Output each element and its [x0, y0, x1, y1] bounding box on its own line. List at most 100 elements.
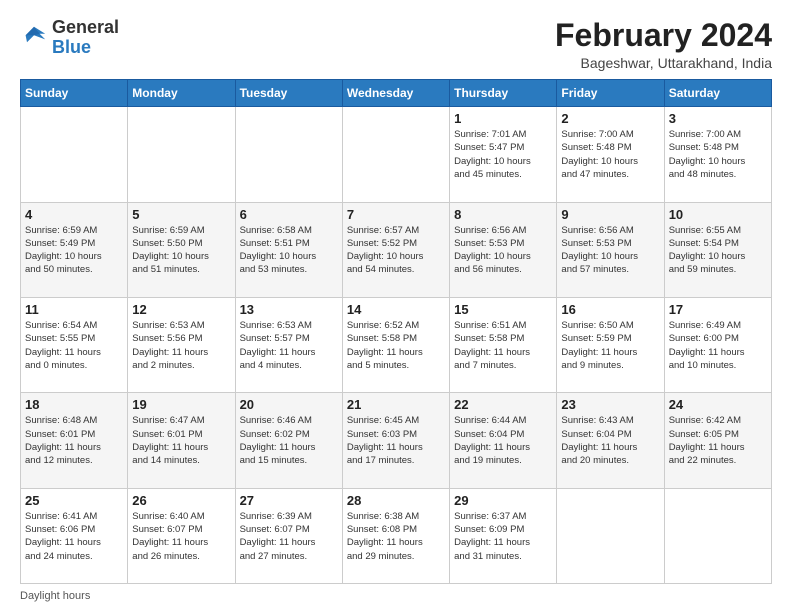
day-info: Sunrise: 6:48 AM Sunset: 6:01 PM Dayligh…	[25, 414, 123, 467]
day-info: Sunrise: 7:00 AM Sunset: 5:48 PM Dayligh…	[561, 128, 659, 181]
calendar-cell: 2 Sunrise: 7:00 AM Sunset: 5:48 PM Daylig…	[557, 107, 664, 202]
calendar-cell: 22 Sunrise: 6:44 AM Sunset: 6:04 PM Dayli…	[450, 393, 557, 488]
day-number: 2	[561, 111, 659, 126]
logo-bird-icon	[20, 24, 48, 52]
day-info: Sunrise: 6:47 AM Sunset: 6:01 PM Dayligh…	[132, 414, 230, 467]
calendar-day-header: Thursday	[450, 80, 557, 107]
day-info: Sunrise: 6:41 AM Sunset: 6:06 PM Dayligh…	[25, 510, 123, 563]
day-info: Sunrise: 6:59 AM Sunset: 5:50 PM Dayligh…	[132, 224, 230, 277]
day-number: 12	[132, 302, 230, 317]
calendar-week-row: 1 Sunrise: 7:01 AM Sunset: 5:47 PM Daylig…	[21, 107, 772, 202]
day-number: 13	[240, 302, 338, 317]
day-number: 18	[25, 397, 123, 412]
day-info: Sunrise: 7:01 AM Sunset: 5:47 PM Dayligh…	[454, 128, 552, 181]
calendar-cell: 8 Sunrise: 6:56 AM Sunset: 5:53 PM Daylig…	[450, 202, 557, 297]
day-number: 6	[240, 207, 338, 222]
calendar-cell: 20Sunrise: 6:46 AM Sunset: 6:02 PM Dayli…	[235, 393, 342, 488]
calendar-cell: 10Sunrise: 6:55 AM Sunset: 5:54 PM Dayli…	[664, 202, 771, 297]
day-number: 8	[454, 207, 552, 222]
calendar-cell: 4 Sunrise: 6:59 AM Sunset: 5:49 PM Daylig…	[21, 202, 128, 297]
calendar-cell: 15Sunrise: 6:51 AM Sunset: 5:58 PM Dayli…	[450, 297, 557, 392]
day-info: Sunrise: 7:00 AM Sunset: 5:48 PM Dayligh…	[669, 128, 767, 181]
calendar-header-row: SundayMondayTuesdayWednesdayThursdayFrid…	[21, 80, 772, 107]
day-number: 24	[669, 397, 767, 412]
calendar-cell: 12 Sunrise: 6:53 AM Sunset: 5:56 PM Dayli…	[128, 297, 235, 392]
calendar-cell: 25 Sunrise: 6:41 AM Sunset: 6:06 PM Dayli…	[21, 488, 128, 583]
day-info: Sunrise: 6:37 AM Sunset: 6:09 PM Dayligh…	[454, 510, 552, 563]
calendar-cell: 23Sunrise: 6:43 AM Sunset: 6:04 PM Dayli…	[557, 393, 664, 488]
calendar-cell: 29 Sunrise: 6:37 AM Sunset: 6:09 PM Dayli…	[450, 488, 557, 583]
logo-blue-text: Blue	[52, 37, 91, 57]
calendar-cell: 24 Sunrise: 6:42 AM Sunset: 6:05 PM Dayli…	[664, 393, 771, 488]
calendar-cell: 16 Sunrise: 6:50 AM Sunset: 5:59 PM Dayli…	[557, 297, 664, 392]
day-info: Sunrise: 6:53 AM Sunset: 5:57 PM Dayligh…	[240, 319, 338, 372]
day-info: Sunrise: 6:45 AM Sunset: 6:03 PM Dayligh…	[347, 414, 445, 467]
calendar-cell: 17 Sunrise: 6:49 AM Sunset: 6:00 PM Dayli…	[664, 297, 771, 392]
calendar-day-header: Wednesday	[342, 80, 449, 107]
calendar-cell: 7 Sunrise: 6:57 AM Sunset: 5:52 PM Daylig…	[342, 202, 449, 297]
day-info: Sunrise: 6:39 AM Sunset: 6:07 PM Dayligh…	[240, 510, 338, 563]
footer: Daylight hours	[20, 590, 772, 602]
calendar-cell: 5 Sunrise: 6:59 AM Sunset: 5:50 PM Daylig…	[128, 202, 235, 297]
day-info: Sunrise: 6:44 AM Sunset: 6:04 PM Dayligh…	[454, 414, 552, 467]
calendar-cell	[128, 107, 235, 202]
calendar-day-header: Monday	[128, 80, 235, 107]
day-info: Sunrise: 6:49 AM Sunset: 6:00 PM Dayligh…	[669, 319, 767, 372]
day-info: Sunrise: 6:50 AM Sunset: 5:59 PM Dayligh…	[561, 319, 659, 372]
logo: General Blue	[20, 18, 119, 58]
title-section: February 2024 Bageshwar, Uttarakhand, In…	[555, 18, 772, 71]
calendar-cell: 19Sunrise: 6:47 AM Sunset: 6:01 PM Dayli…	[128, 393, 235, 488]
day-info: Sunrise: 6:59 AM Sunset: 5:49 PM Dayligh…	[25, 224, 123, 277]
day-number: 3	[669, 111, 767, 126]
page: General Blue February 2024 Bageshwar, Ut…	[0, 0, 792, 612]
day-number: 26	[132, 493, 230, 508]
calendar-cell: 18 Sunrise: 6:48 AM Sunset: 6:01 PM Dayli…	[21, 393, 128, 488]
month-title: February 2024	[555, 18, 772, 53]
day-info: Sunrise: 6:53 AM Sunset: 5:56 PM Dayligh…	[132, 319, 230, 372]
day-info: Sunrise: 6:54 AM Sunset: 5:55 PM Dayligh…	[25, 319, 123, 372]
calendar-cell	[664, 488, 771, 583]
day-number: 20	[240, 397, 338, 412]
day-number: 29	[454, 493, 552, 508]
day-info: Sunrise: 6:56 AM Sunset: 5:53 PM Dayligh…	[454, 224, 552, 277]
day-number: 11	[25, 302, 123, 317]
header: General Blue February 2024 Bageshwar, Ut…	[20, 18, 772, 71]
calendar-cell: 26 Sunrise: 6:40 AM Sunset: 6:07 PM Dayli…	[128, 488, 235, 583]
day-number: 16	[561, 302, 659, 317]
calendar-week-row: 11 Sunrise: 6:54 AM Sunset: 5:55 PM Dayli…	[21, 297, 772, 392]
calendar-cell: 6 Sunrise: 6:58 AM Sunset: 5:51 PM Daylig…	[235, 202, 342, 297]
logo-text: General Blue	[52, 18, 119, 58]
calendar-cell: 9Sunrise: 6:56 AM Sunset: 5:53 PM Daylig…	[557, 202, 664, 297]
day-info: Sunrise: 6:58 AM Sunset: 5:51 PM Dayligh…	[240, 224, 338, 277]
day-info: Sunrise: 6:56 AM Sunset: 5:53 PM Dayligh…	[561, 224, 659, 277]
calendar-cell: 27Sunrise: 6:39 AM Sunset: 6:07 PM Dayli…	[235, 488, 342, 583]
calendar-cell	[21, 107, 128, 202]
day-info: Sunrise: 6:52 AM Sunset: 5:58 PM Dayligh…	[347, 319, 445, 372]
day-number: 7	[347, 207, 445, 222]
calendar-cell: 3 Sunrise: 7:00 AM Sunset: 5:48 PM Daylig…	[664, 107, 771, 202]
calendar-day-header: Friday	[557, 80, 664, 107]
calendar-week-row: 4 Sunrise: 6:59 AM Sunset: 5:49 PM Daylig…	[21, 202, 772, 297]
day-number: 14	[347, 302, 445, 317]
daylight-label: Daylight hours	[20, 590, 90, 602]
day-info: Sunrise: 6:40 AM Sunset: 6:07 PM Dayligh…	[132, 510, 230, 563]
location: Bageshwar, Uttarakhand, India	[555, 55, 772, 71]
day-info: Sunrise: 6:38 AM Sunset: 6:08 PM Dayligh…	[347, 510, 445, 563]
day-number: 10	[669, 207, 767, 222]
day-info: Sunrise: 6:42 AM Sunset: 6:05 PM Dayligh…	[669, 414, 767, 467]
calendar-day-header: Sunday	[21, 80, 128, 107]
calendar-cell	[342, 107, 449, 202]
calendar-table: SundayMondayTuesdayWednesdayThursdayFrid…	[20, 79, 772, 584]
day-number: 4	[25, 207, 123, 222]
day-info: Sunrise: 6:57 AM Sunset: 5:52 PM Dayligh…	[347, 224, 445, 277]
logo-general-text: General	[52, 17, 119, 37]
day-number: 25	[25, 493, 123, 508]
day-number: 22	[454, 397, 552, 412]
calendar-day-header: Tuesday	[235, 80, 342, 107]
day-number: 1	[454, 111, 552, 126]
day-number: 5	[132, 207, 230, 222]
calendar-cell	[235, 107, 342, 202]
calendar-cell: 11 Sunrise: 6:54 AM Sunset: 5:55 PM Dayli…	[21, 297, 128, 392]
day-number: 15	[454, 302, 552, 317]
day-number: 17	[669, 302, 767, 317]
